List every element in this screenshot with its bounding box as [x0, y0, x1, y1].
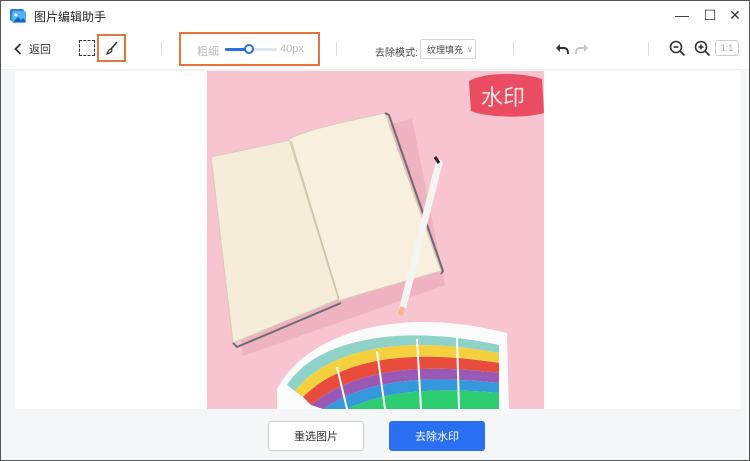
- redo-button[interactable]: [574, 41, 590, 57]
- slider-knob[interactable]: [243, 44, 254, 54]
- app-logo-icon: [10, 9, 26, 23]
- watermark-text: 水印: [481, 86, 525, 111]
- app-window: 图片编辑助手 — ☐ ✕ 返回 粗细 40px 去除模式: 纹理填充 ∨ 1:1…: [0, 0, 750, 461]
- reselect-image-button[interactable]: 重选图片: [268, 421, 364, 451]
- bottom-bar: 重选图片 去除水印: [1, 409, 749, 460]
- divider: [648, 42, 649, 56]
- title-bar: 图片编辑助手 — ☐ ✕: [1, 1, 749, 29]
- rectangle-select-icon[interactable]: [79, 40, 95, 56]
- undo-icon: [556, 44, 569, 55]
- brush-size-value: 40px: [280, 43, 304, 55]
- remove-watermark-button[interactable]: 去除水印: [389, 421, 485, 451]
- brush-size-label: 粗细: [197, 46, 219, 58]
- minimize-button[interactable]: —: [672, 5, 692, 25]
- app-title: 图片编辑助手: [34, 10, 107, 24]
- close-button[interactable]: ✕: [725, 5, 745, 25]
- canvas-area: 水印: [15, 71, 741, 409]
- maximize-button[interactable]: ☐: [700, 5, 720, 25]
- zoom-out-icon[interactable]: [669, 40, 686, 57]
- brush-tool-button[interactable]: [97, 34, 126, 62]
- toolbar: 返回 粗细 40px 去除模式: 纹理填充 ∨ 1:1: [1, 29, 749, 70]
- redo-icon: [575, 44, 588, 55]
- removal-mode-label: 去除模式:: [375, 48, 418, 59]
- photo-notebook-swatches[interactable]: 水印: [207, 71, 544, 409]
- back-button[interactable]: 返回: [13, 41, 51, 57]
- undo-button[interactable]: [554, 41, 570, 57]
- removal-mode-value: 纹理填充: [427, 44, 464, 55]
- divider: [161, 42, 162, 56]
- brush-size-control: 粗细 40px: [179, 32, 320, 66]
- back-label: 返回: [29, 44, 51, 56]
- removal-mode-select[interactable]: 纹理填充 ∨: [420, 39, 476, 59]
- divider: [336, 42, 337, 56]
- divider: [513, 42, 514, 56]
- zoom-in-icon[interactable]: [694, 40, 711, 57]
- chevron-left-icon: [13, 42, 23, 56]
- brush-icon: [105, 41, 118, 56]
- actual-size-button[interactable]: 1:1: [715, 40, 739, 56]
- chevron-down-icon: ∨: [467, 44, 473, 54]
